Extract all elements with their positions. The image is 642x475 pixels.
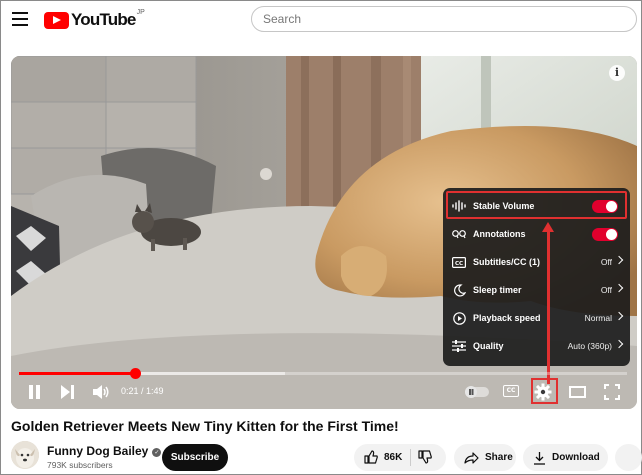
like-dislike-group: 86K [354,444,446,471]
info-icon[interactable]: i [609,65,625,81]
verified-check-icon: ✓ [152,448,162,457]
pause-icon[interactable] [28,385,41,399]
menu-item-playback-speed[interactable]: Playback speed Normal [443,304,630,332]
playback-speed-icon [451,310,467,326]
progress-played [19,372,135,375]
highlight-box-stable-volume [446,191,627,219]
download-label: Download [552,452,600,463]
fullscreen-icon[interactable] [604,384,620,400]
autoplay-toggle[interactable] [465,386,489,398]
chevron-right-icon [614,311,624,321]
cc-icon: CC [451,254,467,270]
chevron-right-icon [614,255,624,265]
annotation-arrow [547,229,550,384]
menu-value: Off [600,285,612,295]
next-icon[interactable] [61,385,75,399]
highlight-box-settings [531,378,558,404]
video-title: Golden Retriever Meets New Tiny Kitten f… [11,418,399,434]
menu-label: Annotations [473,229,526,239]
menu-label: Quality [473,341,504,351]
youtube-logo[interactable]: YouTube JP [44,8,145,29]
channel-avatar[interactable] [11,441,39,469]
logo-text: YouTube [71,10,136,29]
dislike-button[interactable] [418,450,432,467]
masthead: YouTube JP Search [0,0,642,40]
more-actions-button[interactable] [615,444,642,471]
chevron-right-icon [614,339,624,349]
thumbs-down-icon [418,450,432,464]
subscriber-count: 793K subscribers [47,460,113,470]
share-label: Share [485,452,513,463]
volume-icon[interactable] [92,384,110,400]
download-button[interactable]: Download [523,444,608,471]
search-input[interactable]: Search [251,6,637,32]
youtube-play-icon [44,11,69,29]
quality-sliders-icon [451,338,467,354]
share-arrow-icon [464,451,479,464]
subtitles-button[interactable]: CC [503,385,519,397]
channel-name[interactable]: Funny Dog Bailey [47,444,148,458]
svg-text:CC: CC [455,261,463,267]
thumbs-up-icon [364,450,378,464]
chevron-right-icon [614,283,624,293]
annotations-toggle[interactable] [592,227,618,241]
theater-mode-icon[interactable] [569,386,586,398]
menu-value: Auto (360p) [567,341,612,351]
annotation-arrow-head [542,222,554,232]
time-display: 0:21 / 1:49 [121,386,164,396]
menu-item-subtitles[interactable]: CC Subtitles/CC (1) Off [443,248,630,276]
logo-country-code: JP [136,8,145,16]
menu-value: Normal [584,313,612,323]
menu-label: Sleep timer [473,285,522,295]
sleep-timer-icon [451,282,467,298]
share-button[interactable]: Share [454,444,516,471]
menu-item-sleep-timer[interactable]: Sleep timer Off [443,276,630,304]
like-count: 86K [384,451,403,463]
menu-label: Subtitles/CC (1) [473,257,541,267]
menu-label: Playback speed [473,313,541,323]
download-icon [534,451,545,465]
channel-name-row[interactable]: Funny Dog Bailey ✓ [47,444,162,458]
menu-value: Off [600,257,612,267]
subscribe-button[interactable]: Subscribe [162,444,228,471]
like-divider [410,449,411,466]
menu-item-quality[interactable]: Quality Auto (360p) [443,332,630,360]
menu-item-annotations[interactable]: Annotations [443,220,630,248]
menu-icon[interactable] [12,12,28,26]
annotations-icon [451,226,467,242]
scrubber-handle[interactable] [130,368,141,379]
like-button[interactable]: 86K [364,450,402,464]
